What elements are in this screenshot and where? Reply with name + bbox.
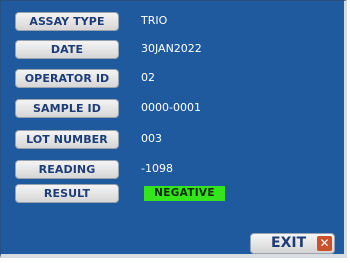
close-icon: ✕ (317, 236, 332, 251)
sample-id-label: SAMPLE ID (15, 99, 119, 118)
sample-id-value: 0000-0001 (141, 101, 201, 114)
result-label: RESULT (15, 184, 119, 203)
lot-number-value: 003 (141, 132, 162, 145)
reading-value: -1098 (141, 162, 173, 175)
operator-id-value: 02 (141, 71, 155, 84)
assay-type-value: TRIO (141, 14, 168, 27)
result-screen: ASSAY TYPE TRIO DATE 30JAN2022 OPERATOR … (0, 0, 347, 258)
assay-type-label: ASSAY TYPE (15, 12, 119, 31)
operator-id-label: OPERATOR ID (15, 69, 119, 88)
exit-button[interactable]: EXIT ✕ (250, 233, 335, 254)
date-label: DATE (15, 40, 119, 59)
lot-number-label: LOT NUMBER (15, 130, 119, 149)
date-value: 30JAN2022 (141, 42, 202, 55)
result-badge: NEGATIVE (144, 186, 225, 201)
exit-label: EXIT (271, 235, 307, 251)
reading-label: READING (15, 160, 119, 179)
